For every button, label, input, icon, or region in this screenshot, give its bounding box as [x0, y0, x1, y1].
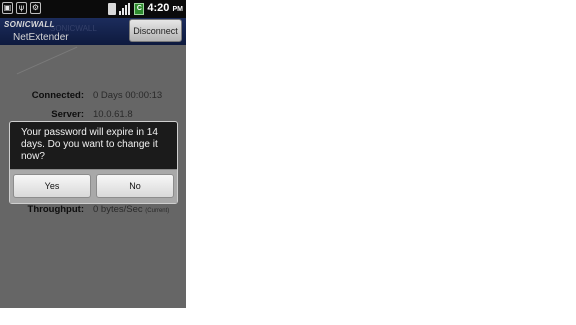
- no-button[interactable]: No: [96, 174, 174, 198]
- decorative-line: [16, 46, 78, 75]
- connected-row: Connected: 0 Days 00:00:13: [0, 90, 186, 102]
- throughput-value: 0 bytes/Sec: [93, 204, 143, 215]
- connected-label: Connected:: [31, 90, 84, 101]
- server-row: Server: 10.0.61.8: [0, 109, 186, 121]
- dialog-button-bar: Yes No: [10, 169, 177, 203]
- app-title-bar: SONICWALL SONICWALL NetExtender Disconne…: [0, 18, 186, 45]
- status-bar: ▣ ψ ⚙ C 4:20 PM: [0, 0, 186, 18]
- clock: 4:20 PM: [147, 2, 183, 14]
- battery-icon: C: [134, 3, 145, 15]
- server-value: 10.0.61.8: [93, 109, 133, 120]
- notification-icon: ▣: [2, 2, 13, 14]
- server-label: Server:: [51, 109, 84, 120]
- signal-icon: [119, 3, 131, 15]
- phone-screen: ▣ ψ ⚙ C 4:20 PM SONICWALL SONICWALL NetE…: [0, 0, 186, 308]
- app-name: NetExtender: [13, 32, 69, 43]
- yes-button[interactable]: Yes: [13, 174, 91, 198]
- throughput-note: (Current): [145, 208, 170, 214]
- debug-icon: ⚙: [30, 2, 41, 14]
- disconnect-button[interactable]: Disconnect: [129, 19, 182, 42]
- sim-icon: [108, 3, 117, 15]
- sonicwall-logo: SONICWALL: [4, 20, 55, 29]
- usb-icon: ψ: [16, 2, 27, 14]
- password-expiry-dialog: Your password will expire in 14 days. Do…: [9, 121, 178, 204]
- throughput-row: Throughput: 0 bytes/Sec (Current): [0, 204, 186, 216]
- throughput-label: Throughput:: [27, 204, 84, 215]
- dialog-message: Your password will expire in 14 days. Do…: [21, 127, 158, 162]
- connected-value: 0 Days 00:00:13: [93, 90, 163, 101]
